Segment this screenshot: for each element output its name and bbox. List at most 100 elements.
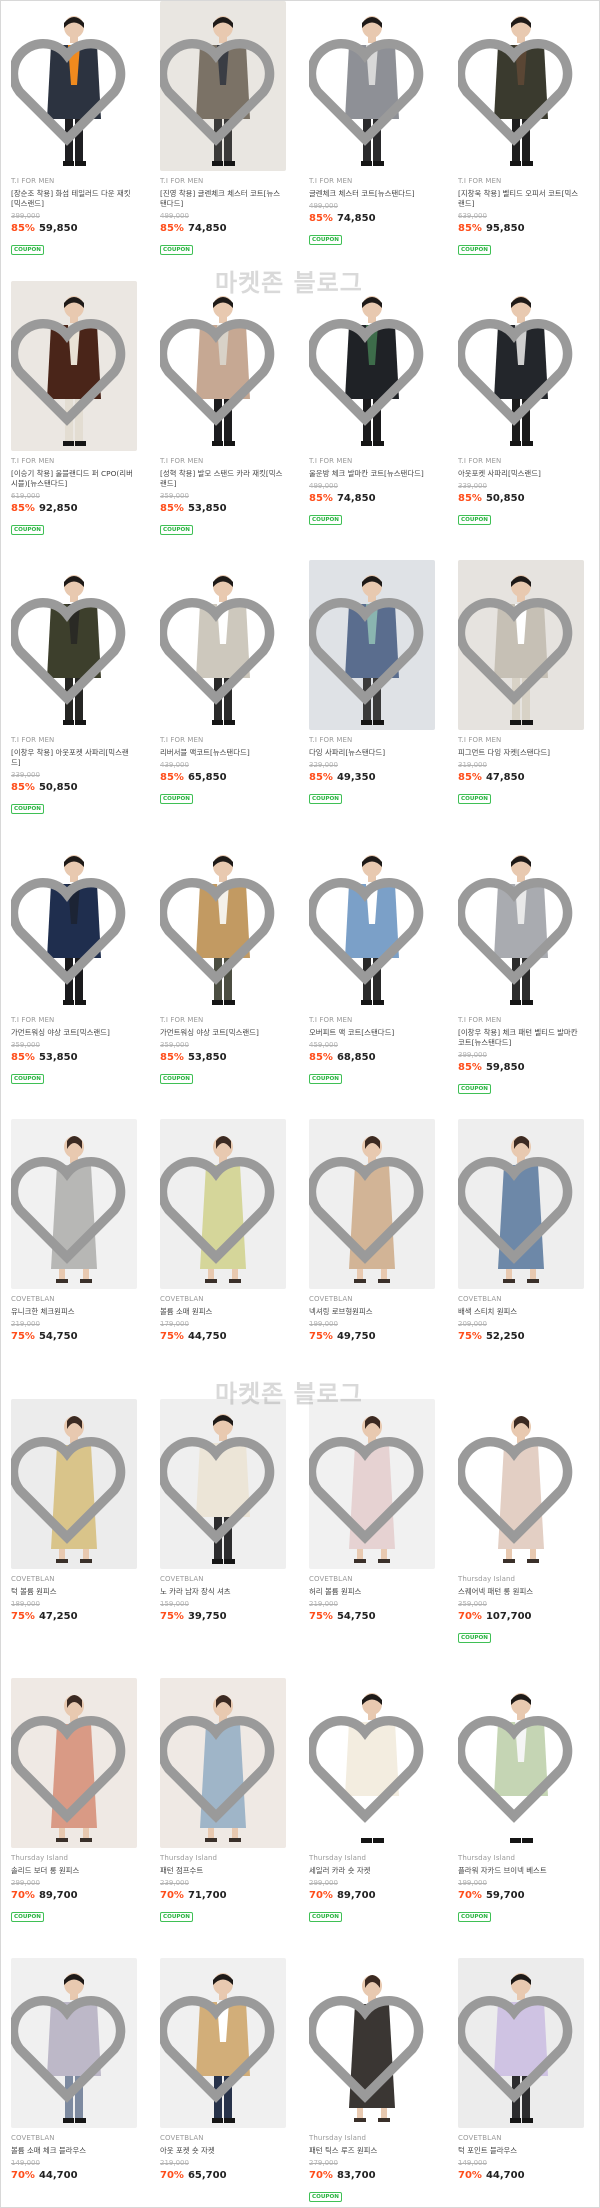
heart-icon[interactable] xyxy=(458,287,577,451)
product-name[interactable]: [지창욱 착용] 벨티드 오피서 코트[믹스랜드] xyxy=(458,189,584,209)
heart-icon[interactable] xyxy=(160,846,279,1010)
heart-icon[interactable] xyxy=(160,566,279,730)
product-name[interactable]: 세일러 카라 숏 자켓 xyxy=(309,1866,435,1876)
product-name[interactable]: 리버서블 맥코트[뉴스탠다드] xyxy=(160,748,286,758)
product-image[interactable] xyxy=(11,1119,137,1289)
product-card[interactable]: Thursday Island 세일러 카라 숏 자켓 299,000 70% 8… xyxy=(309,1678,435,1958)
product-image[interactable] xyxy=(458,560,584,730)
product-card[interactable]: T.I FOR MEN 가먼트워싱 야상 코트[믹스랜드] 359,000 85… xyxy=(11,839,137,1120)
product-card[interactable]: T.I FOR MEN 리버서블 맥코트[뉴스탠다드] 439,000 85% 6… xyxy=(160,560,286,840)
product-name[interactable]: 스퀘어넥 패턴 롱 원피스 xyxy=(458,1587,584,1597)
heart-icon[interactable] xyxy=(160,1405,279,1569)
product-image[interactable] xyxy=(309,1678,435,1848)
heart-icon[interactable] xyxy=(160,1964,279,2128)
heart-icon[interactable] xyxy=(458,566,577,730)
product-card[interactable]: COVETBLAN 허리 볼륨 원피스 219,000 75% 54,750 xyxy=(309,1398,435,1679)
product-image[interactable] xyxy=(309,1,435,171)
product-image[interactable] xyxy=(160,839,286,1010)
product-image[interactable] xyxy=(309,280,435,451)
product-card[interactable]: Thursday Island 패턴 틱스 루즈 원피스 279,000 70%… xyxy=(309,1957,435,2208)
heart-icon[interactable] xyxy=(11,1125,130,1289)
heart-icon[interactable] xyxy=(11,846,130,1010)
product-card[interactable]: T.I FOR MEN 오버피트 맥 코트[스탠다드] 459,000 85% 6… xyxy=(309,839,435,1120)
heart-icon[interactable] xyxy=(309,7,428,171)
product-card[interactable]: Thursday Island 솔리드 보더 롱 원피스 299,000 70%… xyxy=(11,1678,137,1958)
product-card[interactable]: COVETBLAN 볼륨 소매 원피스 179,000 75% 44,750 xyxy=(160,1119,286,1399)
product-card[interactable]: COVETBLAN 넥셔링 로브형원피스 199,000 75% 49,750 xyxy=(309,1119,435,1399)
product-name[interactable]: 울운방 체크 발마칸 코트[뉴스탠다드] xyxy=(309,469,435,479)
product-name[interactable]: 패턴 점프수트 xyxy=(160,1866,286,1876)
product-image[interactable] xyxy=(160,1398,286,1569)
product-image[interactable] xyxy=(11,1398,137,1569)
heart-icon[interactable] xyxy=(458,1684,577,1848)
product-image[interactable] xyxy=(160,560,286,730)
product-card[interactable]: T.I FOR MEN 아웃포켓 사파리[믹스랜드] 339,000 85% 50… xyxy=(458,280,584,561)
product-image[interactable] xyxy=(458,1957,584,2128)
product-card[interactable]: T.I FOR MEN 가먼트워싱 야상 코트[믹스랜드] 359,000 85… xyxy=(160,839,286,1120)
heart-icon[interactable] xyxy=(458,846,577,1010)
product-name[interactable]: 글렌체크 체스터 코트[뉴스탠다드] xyxy=(309,189,435,199)
heart-icon[interactable] xyxy=(160,287,279,451)
product-name[interactable]: [이창우 착용] 아웃포켓 사파리[믹스랜드] xyxy=(11,748,137,768)
heart-icon[interactable] xyxy=(11,287,130,451)
heart-icon[interactable] xyxy=(309,1684,428,1848)
heart-icon[interactable] xyxy=(160,7,279,171)
heart-icon[interactable] xyxy=(458,1125,577,1289)
product-name[interactable]: 턱 볼륨 원피스 xyxy=(11,1587,137,1597)
product-name[interactable]: 볼륨 소매 원피스 xyxy=(160,1307,286,1317)
product-image[interactable] xyxy=(11,280,137,451)
product-name[interactable]: 가먼트워싱 야상 코트[믹스랜드] xyxy=(11,1028,137,1038)
heart-icon[interactable] xyxy=(309,287,428,451)
product-image[interactable] xyxy=(11,560,137,730)
product-name[interactable]: 아웃포켓 사파리[믹스랜드] xyxy=(458,469,584,479)
product-image[interactable] xyxy=(458,1119,584,1289)
heart-icon[interactable] xyxy=(11,1964,130,2128)
product-image[interactable] xyxy=(458,1,584,171)
product-image[interactable] xyxy=(11,1678,137,1848)
product-card[interactable]: T.I FOR MEN [진영 착용] 글렌체크 체스터 코트[뉴스탠다드] 4… xyxy=(160,1,286,281)
product-card[interactable]: COVETBLAN 턱 볼륨 원피스 189,000 75% 47,250 xyxy=(11,1398,137,1679)
product-name[interactable]: 플라워 자카드 브이넥 베스트 xyxy=(458,1866,584,1876)
product-card[interactable]: COVETBLAN 노 카라 남자 장식 셔츠 159,000 75% 39,75… xyxy=(160,1398,286,1679)
heart-icon[interactable] xyxy=(11,1405,130,1569)
product-name[interactable]: 오버피트 맥 코트[스탠다드] xyxy=(309,1028,435,1038)
product-image[interactable] xyxy=(458,280,584,451)
product-name[interactable]: 넥셔링 로브형원피스 xyxy=(309,1307,435,1317)
product-name[interactable]: 턱 포인트 블라우스 xyxy=(458,2146,584,2156)
product-card[interactable]: T.I FOR MEN 글렌체크 체스터 코트[뉴스탠다드] 499,000 8… xyxy=(309,1,435,281)
product-name[interactable]: [진영 착용] 글렌체크 체스터 코트[뉴스탠다드] xyxy=(160,189,286,209)
product-image[interactable] xyxy=(11,1957,137,2128)
product-card[interactable]: Thursday Island 스퀘어넥 패턴 롱 원피스 359,000 70… xyxy=(458,1398,584,1679)
heart-icon[interactable] xyxy=(309,1405,428,1569)
product-image[interactable] xyxy=(160,1,286,171)
product-name[interactable]: 패턴 틱스 루즈 원피스 xyxy=(309,2146,435,2156)
product-name[interactable]: [이창우 착용] 체크 패턴 벨티드 발마칸 코트[뉴스탠다드] xyxy=(458,1028,584,1048)
product-image[interactable] xyxy=(160,280,286,451)
heart-icon[interactable] xyxy=(160,1684,279,1848)
product-image[interactable] xyxy=(458,1678,584,1848)
product-name[interactable]: 유니크한 체크원피스 xyxy=(11,1307,137,1317)
product-name[interactable]: [성혁 착용] 발모 스탠드 카라 재킷[믹스랜드] xyxy=(160,469,286,489)
product-card[interactable]: T.I FOR MEN [지창욱 착용] 벨티드 오피서 코트[믹스랜드] 63… xyxy=(458,1,584,281)
product-card[interactable]: COVETBLAN 아웃 포켓 숏 자켓 219,000 70% 65,700 xyxy=(160,1957,286,2208)
heart-icon[interactable] xyxy=(11,1684,130,1848)
product-name[interactable]: 다잉 사파리[뉴스탠다드] xyxy=(309,748,435,758)
heart-icon[interactable] xyxy=(11,566,130,730)
product-name[interactable]: 아웃 포켓 숏 자켓 xyxy=(160,2146,286,2156)
product-card[interactable]: T.I FOR MEN [장순조 착용] 화섬 테일러드 다운 재킷[믹스랜드]… xyxy=(11,1,137,281)
product-card[interactable]: T.I FOR MEN 다잉 사파리[뉴스탠다드] 329,000 85% 49,… xyxy=(309,560,435,840)
product-name[interactable]: [장순조 착용] 화섬 테일러드 다운 재킷[믹스랜드] xyxy=(11,189,137,209)
product-name[interactable]: 피그먼트 다잉 자켓[스탠다드] xyxy=(458,748,584,758)
product-card[interactable]: COVETBLAN 유니크한 체크원피스 219,000 75% 54,750 xyxy=(11,1119,137,1399)
product-name[interactable]: 노 카라 남자 장식 셔츠 xyxy=(160,1587,286,1597)
product-image[interactable] xyxy=(309,1398,435,1569)
heart-icon[interactable] xyxy=(309,846,428,1010)
product-name[interactable]: [이승기 착용] 울블랜디드 퍼 CPO(리버시블)[뉴스탠다드] xyxy=(11,469,137,489)
product-image[interactable] xyxy=(309,1957,435,2128)
product-image[interactable] xyxy=(309,1119,435,1289)
product-image[interactable] xyxy=(160,1957,286,2128)
heart-icon[interactable] xyxy=(458,1964,577,2128)
product-card[interactable]: COVETBLAN 배색 스티치 원피스 209,000 75% 52,250 xyxy=(458,1119,584,1399)
product-card[interactable]: T.I FOR MEN [성혁 착용] 발모 스탠드 카라 재킷[믹스랜드] 3… xyxy=(160,280,286,561)
product-image[interactable] xyxy=(160,1678,286,1848)
